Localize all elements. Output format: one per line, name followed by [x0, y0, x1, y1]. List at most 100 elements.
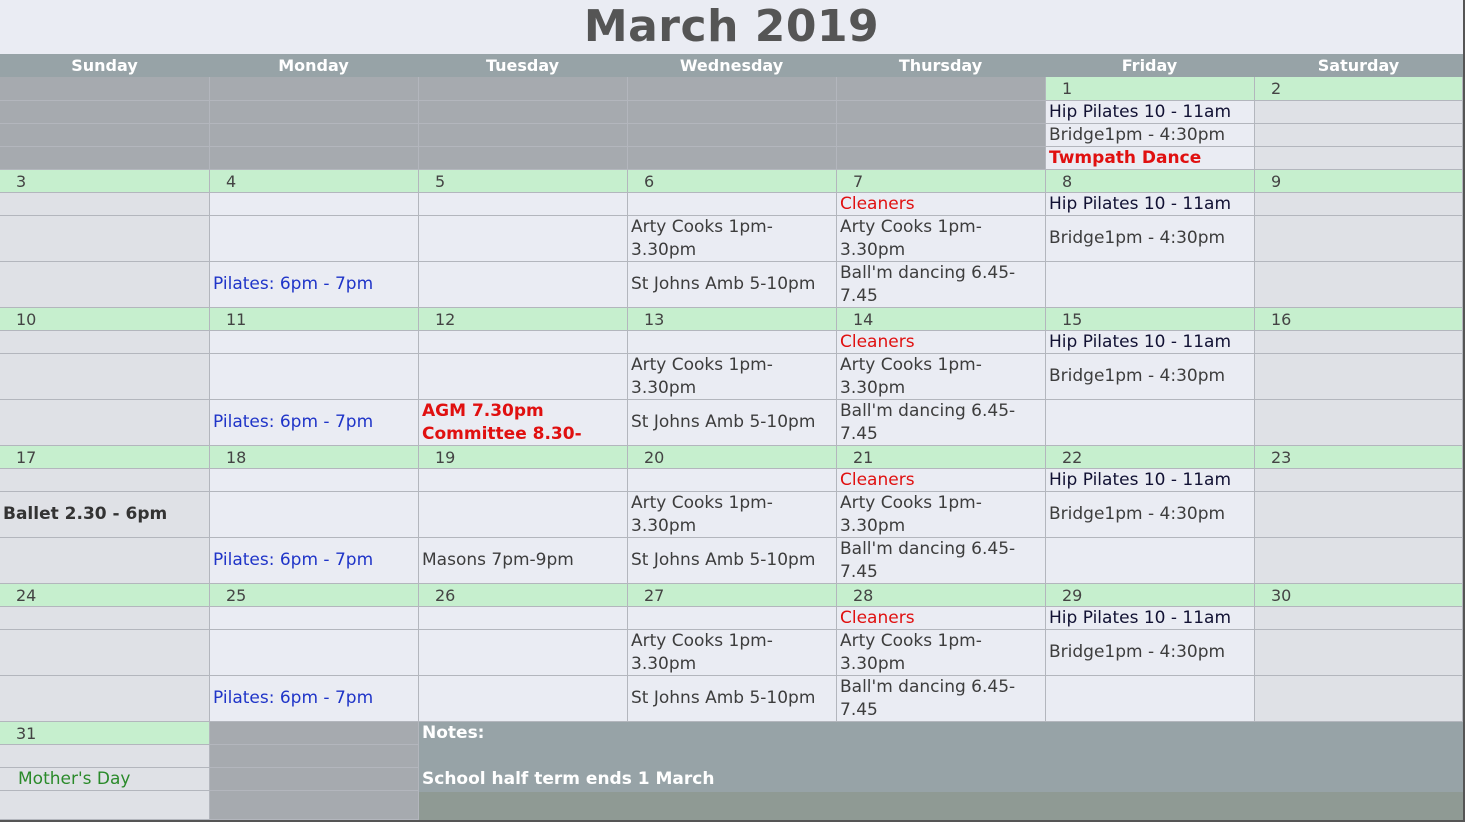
- calendar-cell[interactable]: [1255, 354, 1463, 400]
- date-cell[interactable]: 6: [628, 170, 837, 193]
- event-cell[interactable]: St Johns Amb 5-10pm: [628, 262, 837, 308]
- event-cell[interactable]: Hip Pilates 10 - 11am: [1046, 101, 1255, 124]
- event-cell[interactable]: Cleaners: [837, 469, 1046, 492]
- date-cell[interactable]: 31: [0, 722, 210, 745]
- date-cell[interactable]: 11: [210, 308, 419, 331]
- calendar-cell[interactable]: [837, 101, 1046, 124]
- date-cell[interactable]: 19: [419, 446, 628, 469]
- calendar-cell[interactable]: [1255, 147, 1463, 170]
- calendar-cell[interactable]: [0, 331, 210, 354]
- event-cell[interactable]: St Johns Amb 5-10pm: [628, 400, 837, 446]
- calendar-cell[interactable]: [1046, 400, 1255, 446]
- calendar-cell[interactable]: [419, 101, 628, 124]
- calendar-cell[interactable]: [419, 469, 628, 492]
- date-cell[interactable]: 22: [1046, 446, 1255, 469]
- calendar-cell[interactable]: [210, 745, 419, 768]
- event-cell[interactable]: Pilates: 6pm - 7pm: [210, 538, 419, 584]
- event-cell[interactable]: Arty Cooks 1pm-3.30pm: [837, 216, 1046, 262]
- event-cell[interactable]: Ballet 2.30 - 6pm: [0, 492, 210, 538]
- calendar-cell[interactable]: [1255, 400, 1463, 446]
- calendar-cell[interactable]: [419, 354, 628, 400]
- event-cell[interactable]: Mother's Day: [0, 768, 210, 791]
- calendar-cell[interactable]: [0, 124, 210, 147]
- calendar-cell[interactable]: [837, 77, 1046, 101]
- calendar-cell[interactable]: [419, 147, 628, 170]
- event-cell[interactable]: Pilates: 6pm - 7pm: [210, 400, 419, 446]
- calendar-cell[interactable]: [210, 331, 419, 354]
- calendar-cell[interactable]: [210, 77, 419, 101]
- calendar-cell[interactable]: [210, 607, 419, 630]
- calendar-cell[interactable]: [419, 630, 628, 676]
- calendar-cell[interactable]: [419, 193, 628, 216]
- event-cell[interactable]: Cleaners: [837, 607, 1046, 630]
- calendar-cell[interactable]: [0, 676, 210, 722]
- calendar-cell[interactable]: [210, 216, 419, 262]
- event-cell[interactable]: Arty Cooks 1pm-3.30pm: [837, 492, 1046, 538]
- event-cell[interactable]: AGM 7.30pm Committee 8.30-10.00: [419, 400, 628, 446]
- calendar-cell[interactable]: [1046, 262, 1255, 308]
- calendar-cell[interactable]: [628, 607, 837, 630]
- event-cell[interactable]: Hip Pilates 10 - 11am: [1046, 193, 1255, 216]
- calendar-cell[interactable]: [0, 101, 210, 124]
- date-cell[interactable]: 14: [837, 308, 1046, 331]
- calendar-cell[interactable]: [210, 791, 419, 820]
- calendar-cell[interactable]: [419, 607, 628, 630]
- date-cell[interactable]: 15: [1046, 308, 1255, 331]
- event-cell[interactable]: Masons 7pm-9pm: [419, 538, 628, 584]
- date-cell[interactable]: 1: [1046, 77, 1255, 101]
- date-cell[interactable]: 16: [1255, 308, 1463, 331]
- calendar-cell[interactable]: [210, 469, 419, 492]
- calendar-cell[interactable]: [419, 331, 628, 354]
- event-cell[interactable]: Ball'm dancing 6.45-7.45: [837, 400, 1046, 446]
- date-cell[interactable]: 7: [837, 170, 1046, 193]
- calendar-cell[interactable]: [419, 492, 628, 538]
- event-cell[interactable]: Hip Pilates 10 - 11am: [1046, 331, 1255, 354]
- calendar-cell[interactable]: [1046, 676, 1255, 722]
- event-cell[interactable]: Ball'm dancing 6.45-7.45: [837, 262, 1046, 308]
- date-cell[interactable]: 27: [628, 584, 837, 607]
- calendar-cell[interactable]: [210, 147, 419, 170]
- calendar-cell[interactable]: [1255, 193, 1463, 216]
- event-cell[interactable]: Twmpath Dance: [1046, 147, 1255, 170]
- event-cell[interactable]: Hip Pilates 10 - 11am: [1046, 469, 1255, 492]
- date-cell[interactable]: 17: [0, 446, 210, 469]
- calendar-cell[interactable]: [0, 193, 210, 216]
- date-cell[interactable]: 24: [0, 584, 210, 607]
- calendar-cell[interactable]: [210, 722, 419, 745]
- date-cell[interactable]: 8: [1046, 170, 1255, 193]
- calendar-cell[interactable]: [1255, 676, 1463, 722]
- calendar-cell[interactable]: [1255, 538, 1463, 584]
- calendar-cell[interactable]: [1255, 124, 1463, 147]
- calendar-cell[interactable]: [210, 101, 419, 124]
- event-cell[interactable]: Bridge1pm - 4:30pm: [1046, 492, 1255, 538]
- calendar-cell[interactable]: [628, 193, 837, 216]
- date-cell[interactable]: 9: [1255, 170, 1463, 193]
- date-cell[interactable]: 2: [1255, 77, 1463, 101]
- calendar-cell[interactable]: [210, 492, 419, 538]
- calendar-cell[interactable]: [837, 147, 1046, 170]
- calendar-cell[interactable]: [0, 147, 210, 170]
- calendar-cell[interactable]: [1255, 469, 1463, 492]
- event-cell[interactable]: Cleaners: [837, 193, 1046, 216]
- date-cell[interactable]: 23: [1255, 446, 1463, 469]
- date-cell[interactable]: 4: [210, 170, 419, 193]
- calendar-cell[interactable]: [0, 262, 210, 308]
- event-cell[interactable]: St Johns Amb 5-10pm: [628, 676, 837, 722]
- calendar-cell[interactable]: [1046, 538, 1255, 584]
- calendar-cell[interactable]: [1255, 492, 1463, 538]
- calendar-cell[interactable]: [628, 331, 837, 354]
- calendar-cell[interactable]: [1255, 262, 1463, 308]
- calendar-cell[interactable]: [0, 745, 210, 768]
- calendar-cell[interactable]: [419, 77, 628, 101]
- date-cell[interactable]: 10: [0, 308, 210, 331]
- calendar-cell[interactable]: [1255, 101, 1463, 124]
- event-cell[interactable]: Ball'm dancing 6.45-7.45: [837, 538, 1046, 584]
- calendar-cell[interactable]: [0, 354, 210, 400]
- date-cell[interactable]: 12: [419, 308, 628, 331]
- event-cell[interactable]: Hip Pilates 10 - 11am: [1046, 607, 1255, 630]
- calendar-cell[interactable]: [0, 400, 210, 446]
- date-cell[interactable]: 29: [1046, 584, 1255, 607]
- calendar-cell[interactable]: [0, 77, 210, 101]
- calendar-cell[interactable]: [1255, 331, 1463, 354]
- date-cell[interactable]: 25: [210, 584, 419, 607]
